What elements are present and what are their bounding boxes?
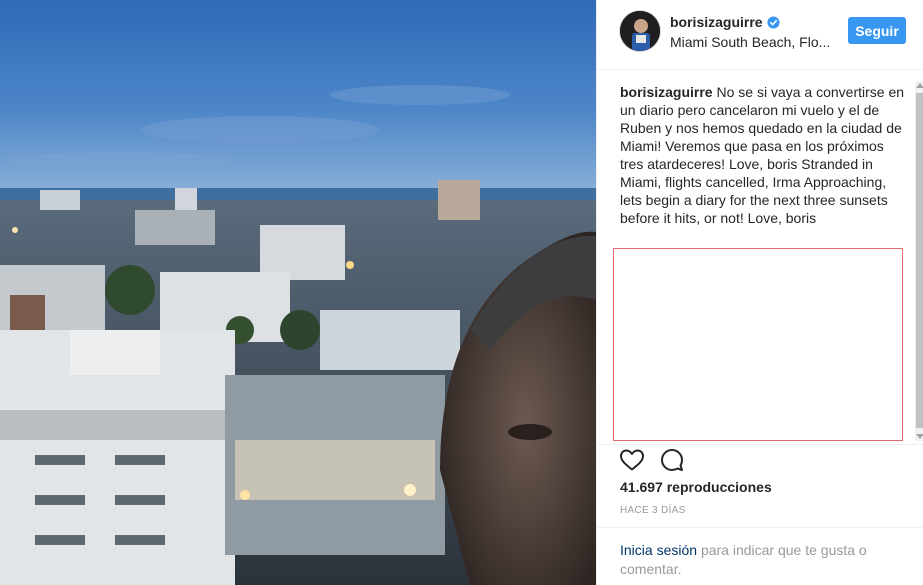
verified-badge-icon bbox=[767, 15, 780, 29]
username-row: borisizaguirre bbox=[670, 14, 780, 30]
login-prompt: Inicia sesión para indicar que te gusta … bbox=[597, 527, 923, 585]
comments-scrollbar[interactable] bbox=[915, 81, 923, 441]
avatar-image bbox=[620, 11, 660, 51]
follow-button[interactable]: Seguir bbox=[848, 17, 906, 44]
embedded-content-placeholder bbox=[613, 248, 903, 441]
post-video[interactable] bbox=[0, 0, 596, 585]
scrollbar-thumb[interactable] bbox=[916, 93, 923, 428]
comment-bubble-icon[interactable] bbox=[660, 448, 684, 472]
post-caption: borisizaguirre No se si vaya a convertir… bbox=[620, 83, 905, 227]
video-frame-illustration bbox=[0, 0, 596, 585]
comments-section: borisizaguirre No se si vaya a convertir… bbox=[597, 71, 923, 441]
avatar[interactable] bbox=[619, 10, 661, 52]
heart-icon[interactable] bbox=[619, 448, 645, 472]
caption-text: No se si vaya a convertirse en un diario… bbox=[620, 84, 905, 226]
login-link[interactable]: Inicia sesión bbox=[620, 542, 697, 558]
scroll-up-arrow-icon[interactable] bbox=[916, 83, 923, 88]
scroll-down-arrow-icon[interactable] bbox=[916, 434, 923, 439]
post-header: borisizaguirre Miami South Beach, Flo...… bbox=[597, 0, 923, 70]
view-count: 41.697 reproducciones bbox=[620, 479, 772, 495]
post-details-panel: borisizaguirre Miami South Beach, Flo...… bbox=[596, 0, 923, 585]
caption-username[interactable]: borisizaguirre bbox=[620, 84, 713, 100]
location-link[interactable]: Miami South Beach, Flo... bbox=[670, 34, 830, 50]
username-link[interactable]: borisizaguirre bbox=[670, 14, 763, 30]
post-timestamp[interactable]: HACE 3 DÍAS bbox=[620, 505, 686, 516]
login-prompt-text: Inicia sesión para indicar que te gusta … bbox=[620, 541, 900, 579]
action-bar bbox=[597, 444, 923, 478]
